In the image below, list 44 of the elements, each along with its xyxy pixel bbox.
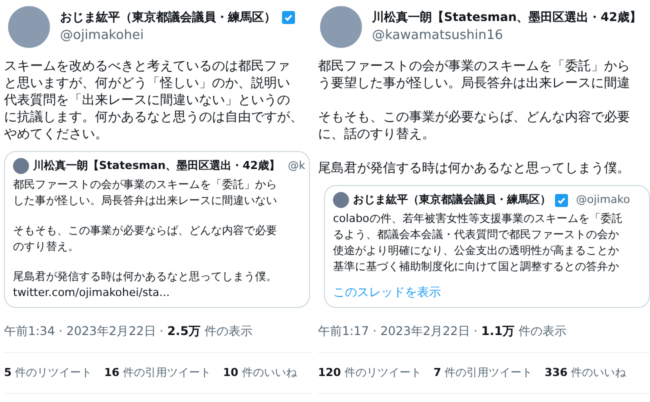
author-name[interactable]: おじま紘平（東京都議会議員・練馬区）	[60, 8, 276, 26]
quoted-tweet-card[interactable]: おじま紘平（東京都議会議員・練馬区） @ojimako colaboの件、若年被害女性等支援事業のスキームを「委託 るよう、都議会本会議・代表質問で都民ファーストの会か 使途がより明確になり、公金支出の透明性が高まることか 基準に基づく補助制度化に向けて国と調整するとの答弁か このスレッドを表示	[324, 185, 650, 308]
quoted-tweet-card[interactable]: 川松真一朗【Statesman、墨田区選出・42歳】 @k 都民ファーストの会が事業のスキームを「委託」から した事が怪しい。局長答弁は出来レースに間違いない そもそも、この事業が必要ならば、どんな内容で必要 のすり替え。 尾島君が発信する時は何かあるなと思ってしまう僕。 twitter.com/ojimakohei/sta...	[4, 151, 310, 308]
tweet-text-line: した事が怪しい。局長答弁は出来レースに間違いない	[13, 192, 277, 208]
tweet-text-line: twitter.com/ojimakohei/sta...	[13, 284, 170, 300]
tweet-text-line: う要望した事が怪しい。局長答弁は出来レースに間違	[318, 75, 630, 92]
tweet-text-line: やめてください。	[4, 126, 108, 143]
tweet-text-line: に、話のすり替え。	[318, 126, 435, 143]
engagement-stat[interactable]: 10 件のいいね	[222, 364, 297, 381]
engagement-stat[interactable]: 5 件のリツイート	[4, 364, 92, 381]
author-handle[interactable]: @k	[288, 158, 306, 174]
avatar[interactable]	[320, 6, 362, 48]
tweet-text-line: そもそも、この事業が必要ならば、どんな内容で必要	[318, 109, 630, 126]
author-handle[interactable]: @kawamatsushin16	[372, 26, 642, 46]
tweet-text-line: 基準に基づく補助制度化に向けて国と調整するとの答弁か	[333, 258, 619, 274]
tweet-text-line: のすり替え。	[13, 238, 79, 254]
avatar[interactable]	[333, 192, 349, 208]
tweet-text-line: そもそも、この事業が必要ならば、どんな内容で必要	[13, 222, 277, 238]
engagement-stat[interactable]: 7 件の引用ツイート	[433, 364, 533, 381]
tweet-timestamp: 午前1:17 · 2023年2月22日 · 1.1万 件の表示	[318, 322, 568, 340]
tweet-timestamp: 午前1:34 · 2023年2月22日 · 2.5万 件の表示	[4, 322, 254, 340]
tweet-text-line: 代表質問を「出来レースに間違いない」というの	[4, 92, 290, 109]
author-handle[interactable]: @ojimakohei	[60, 26, 295, 46]
tweet-text-line: 都民ファーストの会が事業のスキームを「委託」から	[13, 176, 277, 192]
author-name[interactable]: おじま紘平（東京都議会議員・練馬区）	[353, 192, 551, 208]
engagement-stat[interactable]: 120 件のリツイート	[318, 364, 422, 381]
engagement-stat[interactable]: 336 件のいいね	[544, 364, 626, 381]
tweet-text-line: スキームを改めるべきと考えているのは都民ファ	[4, 58, 290, 75]
tweet-text-line: 都民ファーストの会が事業のスキームを「委託」から	[318, 58, 630, 75]
avatar[interactable]	[13, 158, 29, 174]
tweet-text-line: 使途がより明確になり、公金支出の透明性が高まることか	[333, 242, 619, 258]
tweet-text-line: colaboの件、若年被害女性等支援事業のスキームを「委託	[333, 210, 622, 226]
verified-badge-icon	[555, 194, 568, 207]
tweet-text-line: 尾島君が発信する時は何かあるなと思ってしまう僕。	[318, 160, 630, 177]
avatar[interactable]	[8, 6, 50, 48]
verified-badge-icon	[282, 10, 295, 24]
tweet-text-line: に抗議します。何かあるなと思うのは自由ですが、	[4, 109, 303, 126]
tweet-text-line: るよう、都議会本会議・代表質問で都民ファーストの会か	[333, 226, 619, 242]
author-name[interactable]: 川松真一朗【Statesman、墨田区選出・42歳】	[372, 8, 642, 26]
author-name[interactable]: 川松真一朗【Statesman、墨田区選出・42歳】	[33, 158, 280, 174]
tweet-text-line: 尾島君が発信する時は何かあるなと思ってしまう僕。	[13, 268, 277, 284]
author-handle[interactable]: @ojimako	[576, 192, 630, 208]
tweet-text-line: と思いますが、何がどう「怪しい」のか、説明い	[4, 75, 290, 92]
engagement-stat[interactable]: 16 件の引用ツイート	[104, 364, 211, 381]
